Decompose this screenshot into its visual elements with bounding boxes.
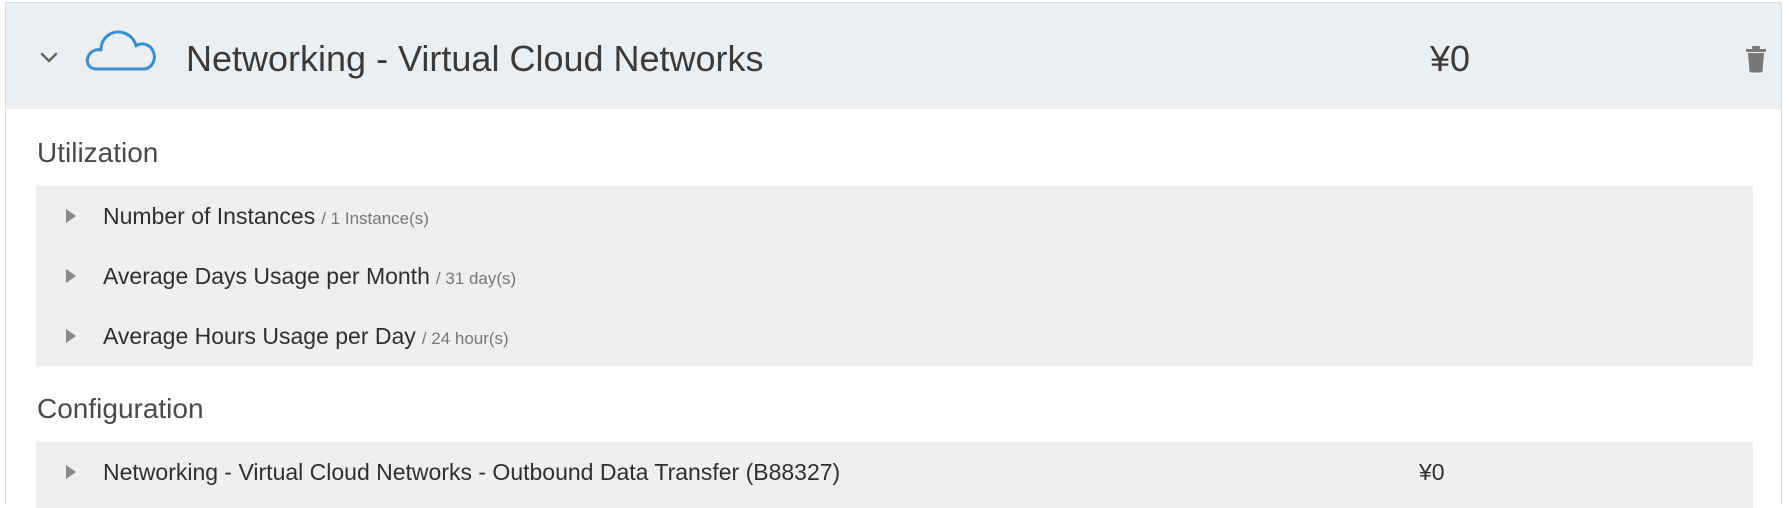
caret-right-icon[interactable] bbox=[66, 329, 76, 343]
utilization-heading: Utilization bbox=[37, 137, 159, 168]
configuration-row-outbound[interactable]: Networking - Virtual Cloud Networks - Ou… bbox=[36, 442, 1753, 502]
row-label: Number of Instances bbox=[103, 203, 316, 229]
row-meta: / 24 hour(s) bbox=[421, 329, 509, 348]
chevron-down-icon[interactable] bbox=[34, 43, 64, 73]
row-label: Networking - Virtual Cloud Networks - Ou… bbox=[103, 459, 841, 485]
row-label: Average Days Usage per Month bbox=[103, 263, 430, 289]
row-meta: / 31 day(s) bbox=[435, 269, 517, 288]
configuration-heading: Configuration bbox=[37, 393, 204, 424]
utilization-row-hours[interactable]: Average Hours Usage per Day / 24 hour(s) bbox=[36, 306, 1753, 366]
row-meta: / 1 Instance(s) bbox=[321, 209, 429, 228]
service-header[interactable]: Networking - Virtual Cloud Networks ¥0 bbox=[6, 3, 1781, 109]
caret-right-icon[interactable] bbox=[66, 209, 76, 223]
service-price: ¥0 bbox=[1430, 38, 1471, 79]
row-label: Average Hours Usage per Day bbox=[103, 323, 416, 349]
trash-icon[interactable] bbox=[1744, 45, 1768, 73]
cloud-icon bbox=[83, 23, 158, 75]
service-panel: Networking - Virtual Cloud Networks ¥0 U… bbox=[5, 2, 1782, 508]
caret-right-icon[interactable] bbox=[66, 465, 76, 479]
utilization-list: Number of Instances / 1 Instance(s) Avera… bbox=[36, 186, 1753, 366]
row-price: ¥0 bbox=[1419, 459, 1445, 485]
utilization-row-days[interactable]: Average Days Usage per Month / 31 day(s) bbox=[36, 246, 1753, 306]
service-title: Networking - Virtual Cloud Networks bbox=[186, 38, 764, 79]
configuration-list: Networking - Virtual Cloud Networks - Ou… bbox=[36, 442, 1753, 508]
utilization-row-instances[interactable]: Number of Instances / 1 Instance(s) bbox=[36, 186, 1753, 246]
caret-right-icon[interactable] bbox=[66, 269, 76, 283]
